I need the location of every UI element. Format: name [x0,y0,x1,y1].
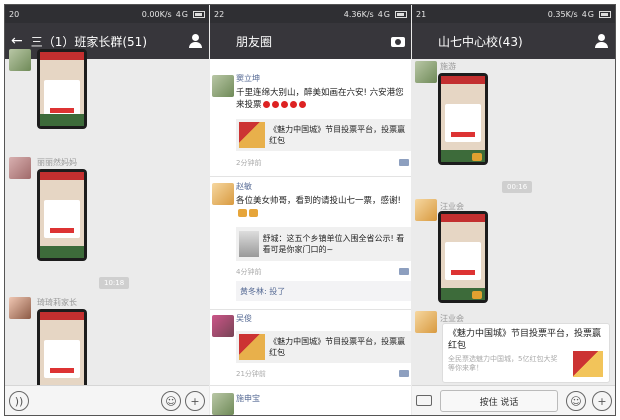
shared-screenshot-image[interactable] [438,211,488,303]
battery-icon [395,10,407,18]
poster-name[interactable]: 窦立坤 [236,73,260,84]
link-thumbnail [239,231,259,257]
chat-panel-class-group: 20 0.00K/s 4G ← 三（1）班家长群(51) 丽丽然妈妈 10:18… [5,5,209,415]
shared-link-card[interactable]: 《魅力中国城》节目投票平台，投票赢红包 [236,119,411,151]
comment-menu-icon[interactable] [399,159,409,166]
shared-link-card[interactable]: 《魅力中国城》节目投票平台，投票赢红包 [236,331,411,363]
network-speed: 0.35K/s [547,9,578,19]
avatar[interactable] [415,199,437,221]
shared-link-card[interactable]: 舒城：这五个乡镇单位入围全省公示! 看看可是你家门口的~ [236,227,411,261]
post-time: 2分钟前 [236,159,262,167]
chat-input-bar: 按住 说话 ☺ + [412,385,615,415]
hold-to-talk-button[interactable]: 按住 说话 [440,390,558,412]
network-type: 4G [175,9,189,19]
status-time: 22 [214,9,225,19]
link-title: 《魅力中国城》节目投票平台，投票赢红包 [448,329,602,351]
chat-input-bar: )) ☺ + [5,385,209,415]
sender-nickname: 琦琦莉家长 [37,298,77,307]
comment-menu-icon[interactable] [399,268,409,275]
post-time: 4分钟前 [236,268,262,276]
plus-icon[interactable]: + [592,391,612,411]
avatar[interactable] [212,75,234,97]
link-thumbnail [573,351,603,377]
network-speed: 0.00K/s [141,9,172,19]
network-speed: 4.36K/s [343,9,374,19]
avatar[interactable] [9,297,31,319]
link-description: 全民票选魅力中国城，5亿红包大奖等你来拿！ [448,355,558,372]
post-time: 21分钟前 [236,370,266,378]
battery-icon [193,10,205,18]
back-arrow-icon[interactable]: ← [11,33,23,49]
shared-screenshot-image[interactable] [438,73,488,165]
plus-icon[interactable]: + [185,391,205,411]
avatar[interactable] [415,311,437,333]
divider [210,385,411,386]
link-thumbnail [239,334,266,360]
link-thumbnail [239,122,266,148]
message-time-tag: 10:18 [99,277,130,289]
status-bar: 20 0.00K/s 4G [5,5,209,23]
avatar[interactable] [9,157,31,179]
post-text: 各位美女帅哥，看到的请投山七一票，感谢! [236,195,407,219]
avatar[interactable] [212,315,234,337]
screenshot-frame: 20 0.00K/s 4G ← 三（1）班家长群(51) 丽丽然妈妈 10:18… [4,4,616,416]
chat-title-bar: ← 三（1）班家长群(51) [5,23,209,59]
chat-title: 三（1）班家长群(51) [30,34,148,49]
poster-name[interactable]: 施申宝 [236,393,260,404]
keyboard-icon[interactable] [416,395,432,406]
status-bar: 22 4.36K/s 4G [210,5,411,23]
sender-nickname: 丽丽然妈妈 [37,158,77,167]
group-members-icon[interactable] [595,34,609,48]
avatar[interactable] [212,183,234,205]
battery-icon [599,10,611,18]
link-title: 《魅力中国城》节目投票平台，投票赢红包 [269,337,406,357]
shared-screenshot-image[interactable] [37,49,87,129]
poster-name[interactable]: 吴俊 [236,313,252,324]
comment-menu-icon[interactable] [399,370,409,377]
emoji-icon[interactable]: ☺ [161,391,181,411]
status-bar: 21 0.35K/s 4G [412,5,615,23]
post-comment[interactable]: 黄冬林: 投了 [236,281,411,301]
shared-link-card[interactable]: 《魅力中国城》节目投票平台，投票赢红包 全民票选魅力中国城，5亿红包大奖等你来拿… [442,323,610,383]
chat-title-bar: 山七中心校(43) [412,23,615,59]
red-packet-icon [472,153,482,161]
red-packet-icon [472,291,482,299]
divider [210,309,411,310]
shared-screenshot-image[interactable] [37,169,87,261]
link-title: 《魅力中国城》节目投票平台，投票赢红包 [269,125,406,145]
moments-title: 朋友圈 [236,34,273,49]
camera-icon[interactable] [391,37,405,47]
avatar[interactable] [9,49,31,71]
status-time: 20 [9,9,20,19]
post-text: 千里连绵大别山，醉美如画在六安! 六安港您来投票 [236,88,404,110]
moments-panel: 22 4.36K/s 4G 朋友圈 窦立坤 千里连绵大别山，醉美如画在六安! 六… [210,5,411,415]
voice-mode-icon[interactable]: )) [9,391,29,411]
group-members-icon[interactable] [189,34,203,48]
avatar[interactable] [415,61,437,83]
moments-title-bar: 朋友圈 [210,23,411,59]
emoji-icon[interactable]: ☺ [566,391,586,411]
poster-name[interactable]: 赵敏 [236,181,252,192]
message-time-tag: 00:16 [502,181,533,193]
network-type: 4G [377,9,391,19]
network-type: 4G [581,9,595,19]
chat-panel-school-group: 21 0.35K/s 4G 山七中心校(43) 施游 00:16 汪业会 汪业会… [412,5,615,415]
avatar[interactable] [212,393,234,415]
chat-title: 山七中心校(43) [438,34,523,49]
status-time: 21 [416,9,427,19]
link-title: 舒城：这五个乡镇单位入围全省公示! 看看可是你家门口的~ [262,234,405,254]
divider [210,176,411,177]
sender-nickname: 施游 [440,62,456,71]
